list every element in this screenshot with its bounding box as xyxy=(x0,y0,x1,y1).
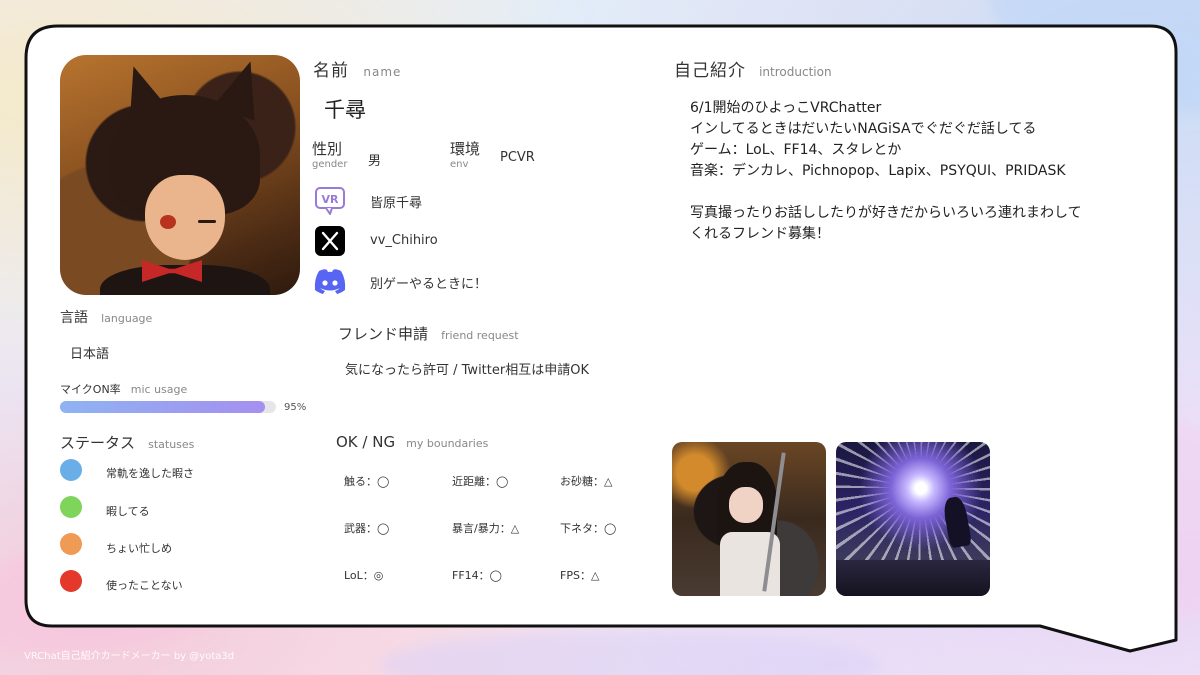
name-field: 千尋 xyxy=(312,82,648,132)
name-value: 千尋 xyxy=(324,98,366,122)
language-label: 言語 language xyxy=(60,310,153,326)
svg-text:VR: VR xyxy=(322,193,340,206)
photo-fireworks xyxy=(836,442,990,596)
boundary-item: FF14：◯ xyxy=(442,554,540,592)
status-item: ちょい忙しめ xyxy=(96,532,310,562)
status-dot-1 xyxy=(60,496,82,518)
status-label: 常軌を逸した暇さ xyxy=(106,467,194,480)
language-value: 日本語 xyxy=(70,347,110,362)
mic-usage-fill xyxy=(60,401,266,413)
boundary-item: 近距離：◯ xyxy=(442,460,540,498)
twitter-field: vv_Chihiro xyxy=(358,225,648,257)
gender-value: 男 xyxy=(368,154,382,169)
language-field: 日本語 xyxy=(60,335,310,367)
discord-icon xyxy=(313,264,347,298)
mic-usage-bar xyxy=(60,401,276,413)
status-item: 暇してる xyxy=(96,495,310,525)
env-value: PCVR xyxy=(500,150,535,165)
status-label: ちょい忙しめ xyxy=(106,542,172,555)
mic-percent: 95% xyxy=(284,402,307,413)
name-label-en: name xyxy=(363,65,402,79)
boundary-item: 武器：◯ xyxy=(334,507,432,545)
intro-label: 自己紹介 introduction xyxy=(674,61,832,81)
footer-credit: VRChat自己紹介カードメーカー by @yota3d xyxy=(24,651,235,662)
vrchat-id: 皆原千尋 xyxy=(370,196,423,211)
twitter-id: vv_Chihiro xyxy=(370,233,438,248)
boundaries-label: OK / NG my boundaries xyxy=(336,433,489,451)
mic-label: マイクON率 mic usage xyxy=(60,383,188,396)
env-field: PCVR xyxy=(490,142,648,174)
friend-request-value: 気になったら許可 / Twitter相互は申請OK xyxy=(345,363,589,378)
vrchat-icon: VR xyxy=(313,184,347,218)
status-item: 使ったことない xyxy=(96,569,310,599)
status-dot-0 xyxy=(60,459,82,481)
status-label: 暇してる xyxy=(106,505,150,518)
boundary-item: お砂糖：△ xyxy=(550,460,648,498)
vrchat-field: 皆原千尋 xyxy=(358,184,648,216)
x-twitter-icon xyxy=(313,224,347,258)
photo-avatar-nun xyxy=(672,442,826,596)
boundary-item: 下ネタ：◯ xyxy=(550,507,648,545)
status-dot-3 xyxy=(60,570,82,592)
name-label: 名前 name xyxy=(313,61,402,81)
discord-field: 別ゲーやるときに！ xyxy=(358,265,648,297)
gender-label: 性別 gender xyxy=(312,140,348,170)
intro-field: 6/1開始のひよっこVRChatter インしてるときはだいたいNAGiSAでぐ… xyxy=(672,84,1152,432)
statuses-label: ステータス statuses xyxy=(60,434,195,452)
friend-request-label: フレンド申請 friend request xyxy=(338,325,519,343)
status-label: 使ったことない xyxy=(106,579,183,592)
avatar-image xyxy=(60,55,300,295)
boundary-item: FPS：△ xyxy=(550,554,648,592)
env-label: 環境 env xyxy=(450,140,481,170)
friend-request-field: 気になったら許可 / Twitter相互は申請OK xyxy=(335,350,648,384)
boundary-item: 触る：◯ xyxy=(334,460,432,498)
intro-text: 6/1開始のひよっこVRChatter インしてるときはだいたいNAGiSAでぐ… xyxy=(690,100,1082,242)
boundary-item: LoL：◎ xyxy=(334,554,432,592)
gender-field: 男 xyxy=(358,142,438,174)
status-dot-2 xyxy=(60,533,82,555)
discord-note: 別ゲーやるときに！ xyxy=(370,277,488,292)
status-item: 常軌を逸した暇さ xyxy=(96,457,310,487)
boundary-item: 暴言/暴力：△ xyxy=(442,507,540,545)
